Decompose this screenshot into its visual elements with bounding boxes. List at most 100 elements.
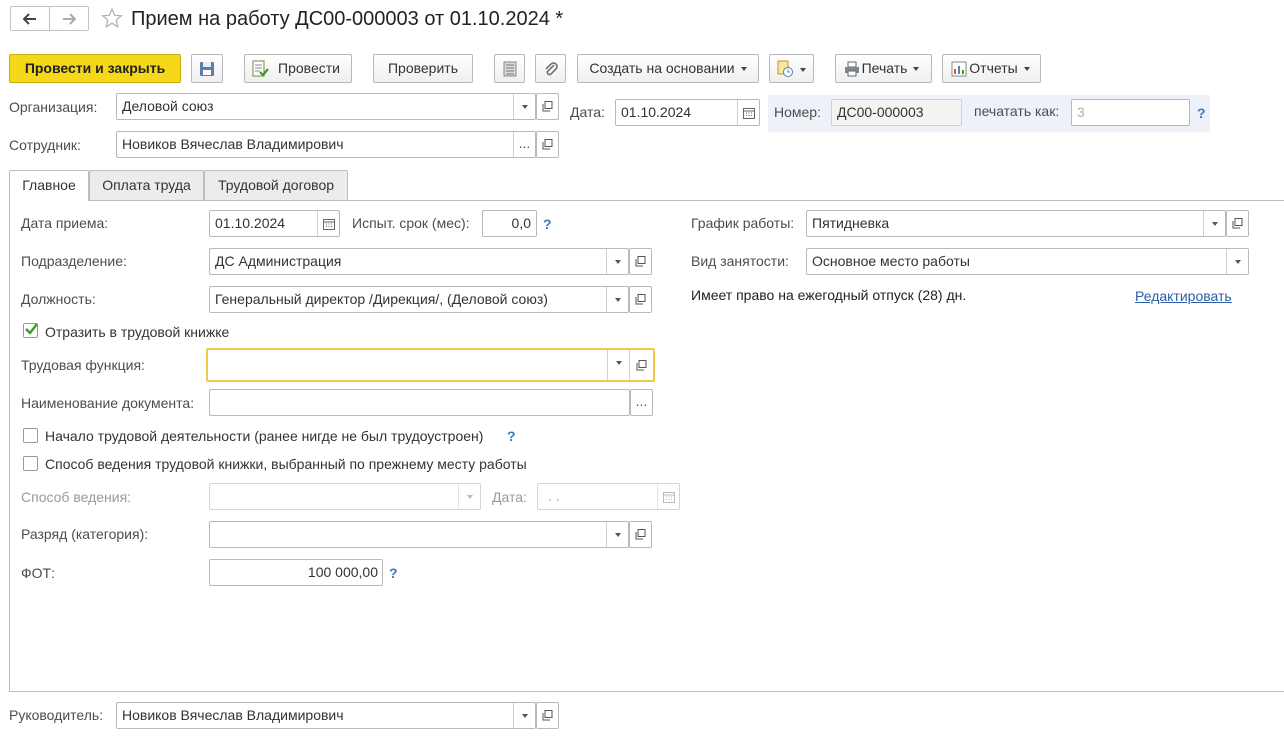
start-work-label[interactable]: Начало трудовой деятельности (ранее нигд… xyxy=(45,427,483,445)
open-window-icon xyxy=(542,710,553,721)
number-value: ДС00-000003 xyxy=(837,104,924,120)
checkmark-icon xyxy=(25,323,38,335)
help-icon[interactable]: ? xyxy=(507,427,516,445)
open-window-icon xyxy=(635,256,646,267)
dropdown-arrow-icon[interactable] xyxy=(606,287,628,312)
nav-buttons xyxy=(10,6,89,31)
post-and-close-button[interactable]: Провести и закрыть xyxy=(9,54,181,83)
arrow-left-icon xyxy=(23,13,36,25)
help-icon[interactable]: ? xyxy=(1197,104,1206,122)
open-manager-button[interactable] xyxy=(536,702,559,729)
schedule-value: Пятидневка xyxy=(812,215,890,231)
back-button[interactable] xyxy=(11,7,50,30)
number-field[interactable]: ДС00-000003 xyxy=(831,99,962,126)
employment-type-label: Вид занятости: xyxy=(691,253,789,269)
dropdown-arrow-icon[interactable] xyxy=(513,703,535,728)
organization-field[interactable]: Деловой союз xyxy=(116,93,559,120)
forward-button[interactable] xyxy=(50,7,88,30)
open-window-icon xyxy=(542,101,553,112)
reports-button-label: Отчеты xyxy=(969,60,1018,76)
chevron-down-icon xyxy=(800,68,806,72)
dropdown-arrow-icon[interactable] xyxy=(606,522,628,547)
probation-label: Испыт. срок (мес): xyxy=(352,215,470,231)
hire-date-field[interactable]: 01.10.2024 xyxy=(209,210,340,237)
employee-field[interactable]: Новиков Вячеслав Владимирович ... xyxy=(116,131,559,158)
post-button[interactable]: Провести xyxy=(244,54,352,83)
probation-field[interactable]: 0,0 xyxy=(482,210,537,237)
paperclip-icon xyxy=(545,62,558,76)
open-schedule-button[interactable] xyxy=(1226,210,1249,237)
previous-method-checkbox[interactable] xyxy=(23,456,38,471)
list-icon xyxy=(503,61,517,77)
employee-label: Сотрудник: xyxy=(9,137,81,153)
active-tab-joint xyxy=(10,199,88,202)
organization-value: Деловой союз xyxy=(122,98,214,114)
print-button-label: Печать xyxy=(861,60,908,76)
fot-value: 100 000,00 xyxy=(307,564,378,580)
position-field[interactable]: Генеральный директор /Дирекция/, (Делово… xyxy=(209,286,652,313)
document-clock-icon xyxy=(777,60,793,77)
department-value: ДС Администрация xyxy=(215,253,342,269)
chevron-down-icon xyxy=(1023,67,1030,72)
manager-value: Новиков Вячеслав Владимирович xyxy=(122,707,344,723)
start-work-checkbox[interactable] xyxy=(23,428,38,443)
previous-method-label[interactable]: Способ ведения трудовой книжки, выбранны… xyxy=(45,455,527,473)
open-position-button[interactable] xyxy=(629,286,652,313)
create-based-on-button[interactable]: Создать на основании xyxy=(577,54,759,83)
date-field[interactable]: 01.10.2024 xyxy=(615,99,760,126)
edit-vacation-link[interactable]: Редактировать xyxy=(1135,287,1232,305)
schedule-field[interactable]: Пятидневка xyxy=(806,210,1249,237)
labor-function-field[interactable] xyxy=(206,348,655,382)
post-document-icon xyxy=(252,60,269,77)
dropdown-arrow-icon[interactable] xyxy=(513,94,535,119)
employment-type-value: Основное место работы xyxy=(812,253,970,269)
floppy-disk-icon xyxy=(200,62,214,76)
attach-button[interactable] xyxy=(535,54,566,83)
dropdown-arrow-icon[interactable] xyxy=(606,249,628,274)
open-organization-button[interactable] xyxy=(536,93,559,120)
grade-field[interactable] xyxy=(209,521,652,548)
method-date-field[interactable]: . . xyxy=(537,483,680,510)
check-button[interactable]: Проверить xyxy=(373,54,473,83)
tab-labor-contract[interactable]: Трудовой договор xyxy=(204,170,348,200)
help-icon[interactable]: ? xyxy=(389,564,398,582)
tab-payment[interactable]: Оплата труда xyxy=(89,170,204,200)
select-employee-button[interactable]: ... xyxy=(513,132,535,157)
dropdown-arrow-icon[interactable] xyxy=(1226,249,1248,274)
date-value: 01.10.2024 xyxy=(621,104,692,120)
calendar-icon xyxy=(663,492,675,503)
print-button[interactable]: Печать xyxy=(835,54,932,83)
open-labor-function-button[interactable] xyxy=(629,350,653,380)
reflect-in-workbook-checkbox[interactable] xyxy=(23,323,38,338)
method-field[interactable] xyxy=(209,483,481,510)
post-button-label: Провести xyxy=(278,60,340,76)
organization-label: Организация: xyxy=(9,99,98,115)
open-grade-button[interactable] xyxy=(629,521,652,548)
calendar-button[interactable] xyxy=(737,100,759,125)
open-window-icon xyxy=(542,139,553,150)
calendar-button[interactable] xyxy=(657,484,679,509)
dropdown-arrow-icon[interactable] xyxy=(607,350,629,380)
select-document-name-button[interactable]: ... xyxy=(630,389,653,416)
create-related-button[interactable] xyxy=(769,54,814,83)
print-as-field[interactable]: 3 xyxy=(1071,99,1190,126)
document-name-field[interactable] xyxy=(209,389,630,416)
reflect-in-workbook-label[interactable]: Отразить в трудовой книжке xyxy=(45,323,229,341)
dropdown-arrow-icon[interactable] xyxy=(458,484,480,509)
method-label: Способ ведения: xyxy=(21,489,132,505)
manager-field[interactable]: Новиков Вячеслав Владимирович xyxy=(116,702,559,729)
dropdown-arrow-icon[interactable] xyxy=(1203,211,1225,236)
employment-type-field[interactable]: Основное место работы xyxy=(806,248,1249,275)
reports-button[interactable]: Отчеты xyxy=(942,54,1041,83)
journal-button[interactable] xyxy=(494,54,525,83)
department-field[interactable]: ДС Администрация xyxy=(209,248,652,275)
help-icon[interactable]: ? xyxy=(543,215,552,233)
save-button[interactable] xyxy=(191,54,223,83)
open-department-button[interactable] xyxy=(629,248,652,275)
star-icon[interactable] xyxy=(101,7,123,29)
open-window-icon xyxy=(635,294,646,305)
fot-field[interactable]: 100 000,00 xyxy=(209,559,383,586)
calendar-button[interactable] xyxy=(317,211,339,236)
open-employee-button[interactable] xyxy=(536,131,559,158)
tab-main[interactable]: Главное xyxy=(9,170,89,201)
